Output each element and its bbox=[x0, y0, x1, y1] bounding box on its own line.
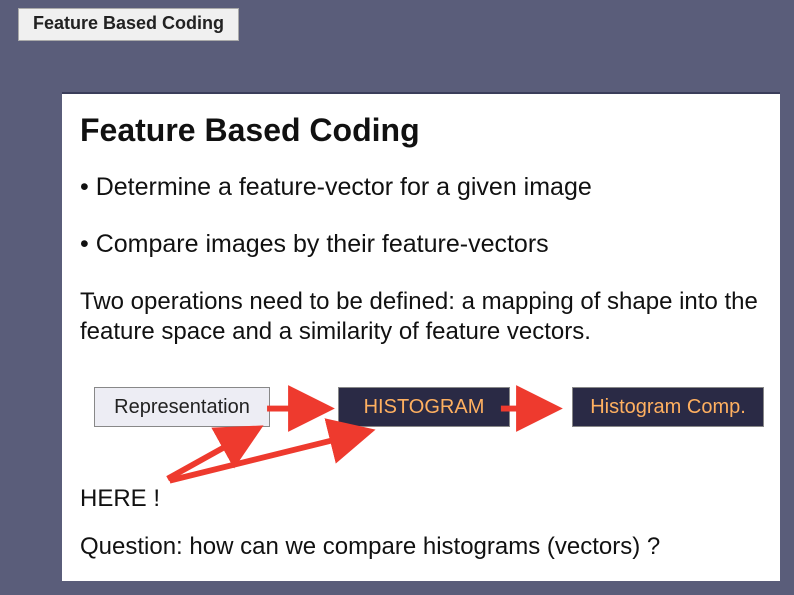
slide-tab: Feature Based Coding bbox=[18, 8, 239, 41]
bullet-1: • Determine a feature-vector for a given… bbox=[80, 173, 762, 202]
question-text: Question: how can we compare histograms … bbox=[80, 533, 762, 561]
flow-boxes-row: Representation HISTOGRAM Histogram Comp. bbox=[80, 381, 762, 441]
slide-content: Feature Based Coding • Determine a featu… bbox=[62, 92, 780, 581]
arrow-here-to-rep bbox=[168, 430, 256, 479]
here-label: HERE ! bbox=[80, 485, 762, 513]
box-representation-label: Representation bbox=[114, 396, 250, 419]
box-histogram-comp-label: Histogram Comp. bbox=[590, 396, 746, 419]
box-histogram: HISTOGRAM bbox=[338, 387, 510, 427]
box-histogram-comp: Histogram Comp. bbox=[572, 387, 764, 427]
arrow-here-to-hist bbox=[170, 432, 367, 481]
box-representation: Representation bbox=[94, 387, 270, 427]
box-histogram-label: HISTOGRAM bbox=[364, 396, 485, 419]
bullet-2: • Compare images by their feature-vector… bbox=[80, 230, 762, 259]
slide-tab-label: Feature Based Coding bbox=[33, 13, 224, 33]
slide-title: Feature Based Coding bbox=[80, 112, 762, 149]
operations-paragraph: Two operations need to be defined: a map… bbox=[80, 287, 762, 347]
